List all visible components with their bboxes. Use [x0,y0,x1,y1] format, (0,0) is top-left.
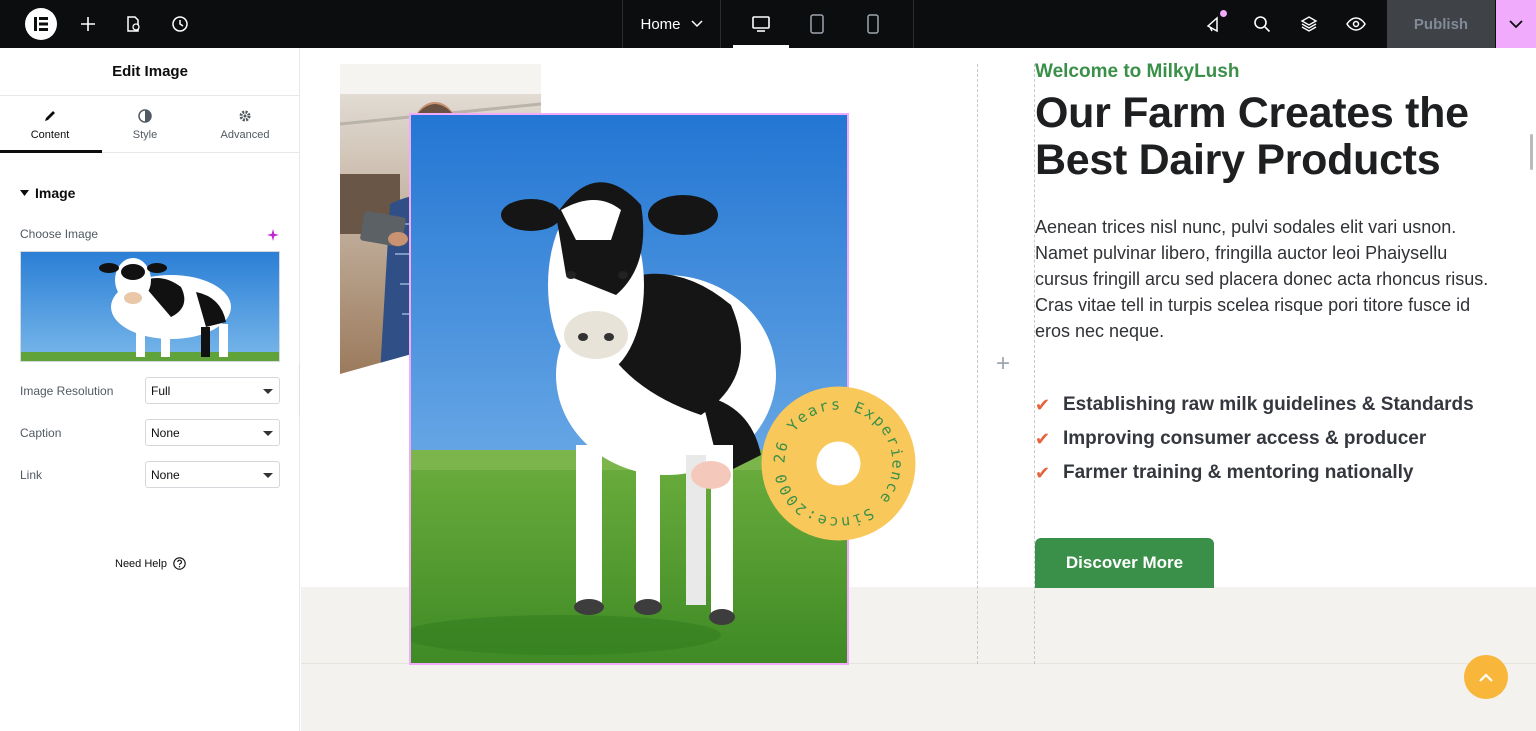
select-value: None [151,467,180,482]
welcome-subheading: Welcome to MilkyLush [1035,61,1240,82]
publish-options-button[interactable] [1496,0,1536,48]
list-item: ✔ Establishing raw milk guidelines & Sta… [1035,388,1474,422]
scrollbar-thumb[interactable] [1530,134,1533,170]
divider [720,0,721,48]
notification-dot [1220,10,1227,17]
history-icon[interactable] [164,0,196,48]
need-help-link[interactable]: Need Help [115,557,186,570]
mobile-icon[interactable] [845,0,901,48]
panel-tabs: Content Style Advanced [0,96,300,153]
elementor-logo-icon[interactable] [24,8,59,40]
ai-sparkle-icon[interactable] [267,228,279,246]
add-element-icon[interactable] [72,0,104,48]
desktop-icon[interactable] [733,0,789,48]
add-widget-icon[interactable]: + [996,350,1010,378]
page-settings-icon[interactable] [117,0,149,48]
caret-down-icon [263,473,273,478]
chevron-down-icon [690,20,703,28]
list-item: ✔ Farmer training & mentoring nationally [1035,456,1474,490]
editor-panel: Edit Image Content Style Advanced Image … [0,48,300,731]
experience-badge: 26 Years Experience Since:2000 [761,386,916,541]
feature-checklist: ✔ Establishing raw milk guidelines & Sta… [1035,388,1474,490]
caret-down-icon [263,431,273,436]
pencil-icon [45,110,55,121]
heading-line: Best Dairy Products [1035,136,1441,184]
tab-label: Style [132,128,158,141]
image-resolution-select[interactable]: Full [145,377,280,404]
discover-more-button[interactable]: Discover More [1035,538,1214,588]
section-toggle-image[interactable]: Image [20,185,75,201]
check-icon: ✔ [1035,394,1051,415]
active-tab-indicator [0,150,102,153]
list-item-text: Establishing raw milk guidelines & Stand… [1063,394,1474,415]
list-item-text: Farmer training & mentoring nationally [1063,462,1414,483]
caption-select[interactable]: None [145,419,280,446]
need-help-label: Need Help [115,557,167,570]
page-name: Home [640,15,681,33]
divider [913,0,914,48]
select-value: Full [151,383,171,398]
image-resolution-label: Image Resolution [20,384,114,398]
preview-icon[interactable] [1340,0,1372,48]
caret-down-icon [263,389,273,394]
list-item-text: Improving consumer access & producer [1063,428,1427,449]
search-icon[interactable] [1246,0,1278,48]
help-circle-icon [173,557,186,570]
page-canvas: + 26 Years Experience Since:2000 Welcome… [301,48,1536,731]
half-circle-icon [138,108,152,123]
chevron-down-icon [1509,19,1523,28]
scroll-to-top-button[interactable] [1464,655,1508,699]
structure-icon[interactable] [1293,0,1325,48]
tab-label: Content [30,128,70,141]
section-heading: Our Farm Creates the Best Dairy Products [1035,90,1515,184]
intro-paragraph: Aenean trices nisl nunc, pulvi sodales e… [1035,217,1489,341]
heading-line: Our Farm Creates the [1035,89,1469,137]
tablet-icon[interactable] [789,0,845,48]
select-value: None [151,425,180,440]
link-label: Link [20,468,43,482]
publish-button[interactable]: Publish [1387,0,1495,48]
caption-label: Caption [20,426,62,440]
tab-content[interactable]: Content [0,96,100,153]
link-select[interactable]: None [145,461,280,488]
whats-new-icon[interactable] [1199,0,1231,48]
choose-image-label: Choose Image [20,227,99,241]
tab-advanced[interactable]: Advanced [195,96,295,153]
image-preview-thumbnail[interactable] [20,251,280,362]
panel-title: Edit Image [0,48,300,96]
check-icon: ✔ [1035,462,1051,483]
tab-style[interactable]: Style [95,96,195,153]
tab-label: Advanced [220,128,270,141]
editor-top-bar: Home Publish [0,0,1536,48]
caret-down-icon [20,190,29,196]
chevron-up-icon [1479,672,1493,682]
list-item: ✔ Improving consumer access & producer [1035,422,1474,456]
page-selector[interactable]: Home [623,0,720,48]
gear-icon [239,110,251,121]
section-title: Image [35,185,76,201]
check-icon: ✔ [1035,428,1051,449]
